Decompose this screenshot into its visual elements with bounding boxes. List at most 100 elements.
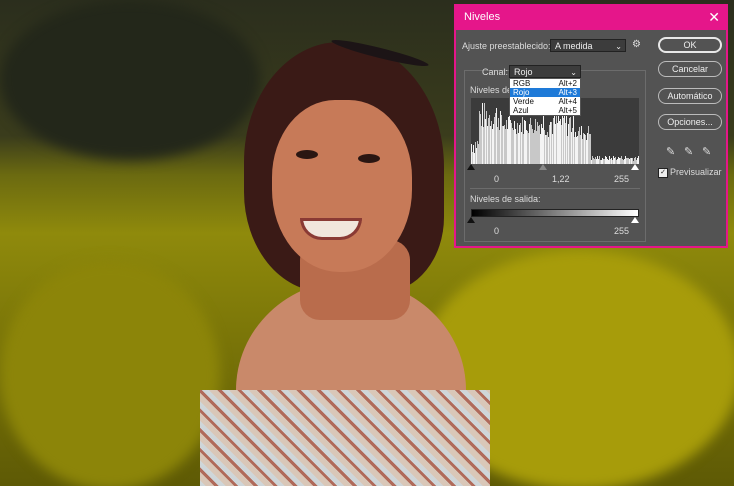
histogram-bar xyxy=(510,120,511,164)
histogram-bar xyxy=(573,109,574,164)
histogram-bar xyxy=(568,124,569,164)
output-levels-slider[interactable] xyxy=(467,217,639,223)
histogram-bar xyxy=(537,122,538,164)
histogram-bar xyxy=(562,109,563,164)
histogram-bar xyxy=(549,125,550,164)
histogram-bar xyxy=(541,124,542,164)
histogram-bar xyxy=(582,139,583,164)
histogram-bar xyxy=(584,134,585,164)
histogram-bar xyxy=(621,156,622,164)
histogram-bar xyxy=(480,114,481,164)
channel-value: Rojo xyxy=(514,67,533,77)
menu-item-rgb[interactable]: RGB Alt+2 xyxy=(510,79,580,88)
gray-eyedropper-icon[interactable]: ✎ xyxy=(684,145,693,158)
histogram-bar xyxy=(487,126,488,164)
output-black-handle[interactable] xyxy=(467,217,475,223)
histogram-bar xyxy=(528,133,529,164)
input-levels-slider[interactable] xyxy=(467,164,639,170)
histogram-bar xyxy=(585,135,586,164)
histogram-bar xyxy=(495,113,496,164)
histogram-bar xyxy=(613,156,614,164)
preset-select[interactable]: A medida ⌄ xyxy=(550,39,626,52)
histogram-bar xyxy=(492,129,493,164)
histogram-bar xyxy=(539,125,540,164)
histogram-bar xyxy=(479,111,480,164)
output-white-value[interactable]: 255 xyxy=(614,226,629,236)
histogram-bar xyxy=(544,130,545,164)
ok-button[interactable]: OK xyxy=(658,37,722,53)
histogram-bar xyxy=(560,119,561,164)
histogram-bar xyxy=(483,127,484,164)
histogram-bar xyxy=(550,122,551,164)
options-button[interactable]: Opciones... xyxy=(658,114,722,130)
cancel-button[interactable]: Cancelar xyxy=(658,61,722,77)
histogram-bar xyxy=(481,126,482,164)
histogram-bar xyxy=(606,157,607,164)
preview-checkbox[interactable]: ✓ xyxy=(658,168,668,178)
close-icon[interactable]: ✕ xyxy=(708,9,720,25)
histogram-bar xyxy=(561,125,562,164)
histogram-bar xyxy=(509,116,510,164)
histogram-bar xyxy=(543,116,544,164)
menu-item-azul[interactable]: Azul Alt+5 xyxy=(510,106,580,115)
histogram-bar xyxy=(532,129,533,164)
histogram-bar xyxy=(592,156,593,164)
channel-label: Canal: xyxy=(482,67,509,77)
histogram-bar xyxy=(547,132,548,164)
gear-icon[interactable]: ⚙ xyxy=(632,39,641,50)
histogram-bar xyxy=(496,108,497,164)
histogram-bar xyxy=(497,127,498,164)
histogram-bar xyxy=(563,118,564,164)
channel-select[interactable]: Rojo ⌄ xyxy=(509,65,581,78)
histogram-bar xyxy=(567,136,568,164)
input-gamma-handle[interactable] xyxy=(539,164,547,170)
input-white-handle[interactable] xyxy=(631,164,639,170)
input-black-handle[interactable] xyxy=(467,164,475,170)
histogram-bar xyxy=(508,117,509,164)
input-gamma-value[interactable]: 1,22 xyxy=(552,174,570,184)
histogram-bar xyxy=(542,128,543,164)
histogram-bar xyxy=(588,126,589,164)
histogram-bar xyxy=(533,133,534,164)
menu-item-verde[interactable]: Verde Alt+4 xyxy=(510,97,580,106)
histogram-bar xyxy=(575,132,576,164)
input-levels-label: Niveles de xyxy=(470,85,513,95)
output-black-value[interactable]: 0 xyxy=(494,226,499,236)
divider xyxy=(470,188,640,189)
histogram-bar xyxy=(504,125,505,164)
foreground-flowers xyxy=(0,260,220,486)
histogram-bar xyxy=(609,156,610,164)
black-eyedropper-icon[interactable]: ✎ xyxy=(666,145,675,158)
preview-label: Previsualizar xyxy=(670,167,722,177)
output-gradient-bar xyxy=(471,209,639,217)
histogram-bar xyxy=(500,111,501,164)
dialog-title: Niveles xyxy=(464,11,501,23)
histogram-bar xyxy=(625,156,626,164)
histogram-bar xyxy=(581,126,582,164)
histogram-bar xyxy=(477,141,478,164)
histogram-bar xyxy=(484,103,485,164)
levels-dialog: Niveles ✕ Ajuste preestablecido: A medid… xyxy=(454,4,728,248)
input-black-value[interactable]: 0 xyxy=(494,174,499,184)
histogram-bar xyxy=(572,128,573,164)
menu-item-rojo[interactable]: Rojo Alt+3 xyxy=(510,88,580,97)
output-white-handle[interactable] xyxy=(631,217,639,223)
input-white-value[interactable]: 255 xyxy=(614,174,629,184)
histogram-bar xyxy=(494,117,495,164)
histogram-bar xyxy=(615,157,616,164)
histogram-bar xyxy=(577,136,578,164)
dialog-titlebar[interactable]: Niveles ✕ xyxy=(456,6,726,30)
histogram-bar xyxy=(485,119,486,164)
histogram-bar xyxy=(511,123,512,164)
background-trees xyxy=(0,0,260,160)
auto-button[interactable]: Automático xyxy=(658,88,722,104)
histogram-bar xyxy=(531,125,532,164)
white-eyedropper-icon[interactable]: ✎ xyxy=(702,145,711,158)
histogram-bar xyxy=(523,134,524,164)
histogram-bar xyxy=(579,127,580,164)
histogram-bar xyxy=(519,125,520,164)
histogram-bar xyxy=(472,152,473,164)
histogram-bar xyxy=(635,157,636,164)
histogram-bar xyxy=(551,122,552,164)
histogram-bar xyxy=(489,115,490,164)
